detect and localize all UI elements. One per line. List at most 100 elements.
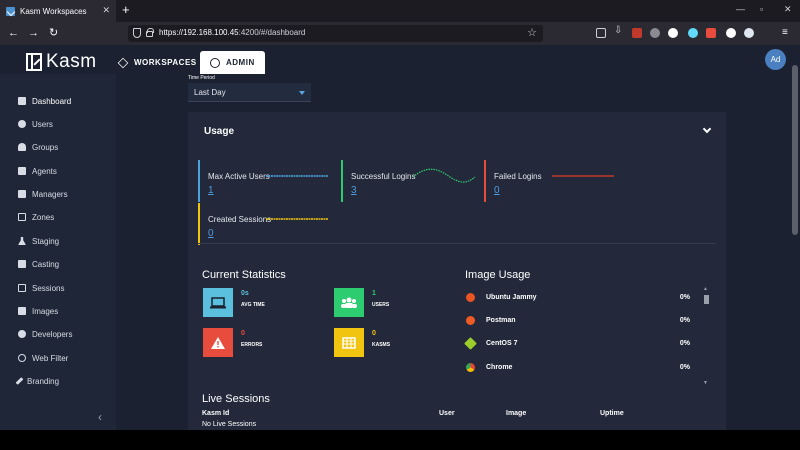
nav-workspaces[interactable]: WORKSPACES <box>117 51 197 74</box>
adblock-icon[interactable] <box>632 28 642 38</box>
pocket-icon[interactable] <box>596 28 606 38</box>
extension-white-icon[interactable] <box>726 28 736 38</box>
page-scrollbar[interactable] <box>790 45 800 430</box>
image-name: Postman <box>486 317 516 324</box>
layers-icon <box>117 57 129 68</box>
sidebar-item-casting[interactable]: Casting <box>18 257 59 271</box>
sidebar-item-branding[interactable]: Branding <box>15 374 59 388</box>
metric-value[interactable]: 1 <box>208 185 214 196</box>
column-header-uptime: Uptime <box>600 410 624 417</box>
avatar[interactable]: Ad <box>765 49 786 70</box>
sidebar-item-label: Zones <box>32 212 55 222</box>
nav-workspaces-label: WORKSPACES <box>134 58 197 67</box>
bookmark-star-icon[interactable]: ☆ <box>527 26 537 39</box>
current-stats-title: Current Statistics <box>202 269 286 281</box>
close-window-icon[interactable]: ✕ <box>784 4 792 15</box>
postman-icon <box>466 316 475 325</box>
sidebar-item-label: Casting <box>32 259 60 269</box>
lock-icon[interactable] <box>146 28 154 37</box>
sidebar-item-zones[interactable]: Zones <box>18 210 54 224</box>
metric-value[interactable]: 0 <box>208 228 214 239</box>
sparkline-failed-logins <box>552 175 614 177</box>
column-header-image: Image <box>506 410 527 417</box>
image-list-scrollbar[interactable] <box>704 295 709 304</box>
profile-icon[interactable] <box>744 28 754 38</box>
new-tab-button[interactable]: + <box>122 3 130 17</box>
sidebar-collapse-chevron-icon[interactable]: ‹ <box>98 410 102 424</box>
sidebar-item-label: Web Filter <box>32 353 69 363</box>
laptop-icon <box>203 288 233 317</box>
page-scroll-thumb[interactable] <box>792 65 798 235</box>
metric-label: Max Active Users <box>208 172 270 181</box>
kasm-logo-icon <box>26 53 42 71</box>
kasm-logo[interactable]: Kasm <box>26 51 97 73</box>
react-devtools-icon[interactable] <box>688 28 698 38</box>
back-icon[interactable]: ← <box>8 26 19 40</box>
list-item: Postman 0% <box>466 314 690 328</box>
sidebar-item-groups[interactable]: Groups <box>18 140 58 154</box>
forward-icon[interactable]: → <box>28 26 39 40</box>
tracking-shield-icon[interactable] <box>133 28 141 38</box>
chevron-down-icon[interactable] <box>702 124 712 134</box>
sidebar-item-users[interactable]: Users <box>18 117 53 131</box>
sidebar-item-images[interactable]: Images <box>18 304 58 318</box>
list-item: CentOS 7 0% <box>464 337 690 351</box>
reload-icon[interactable]: ↻ <box>49 26 58 40</box>
restore-icon[interactable]: ▫ <box>760 4 763 14</box>
sidebar-item-managers[interactable]: Managers <box>18 187 68 201</box>
logo-text: Kasm <box>46 51 97 72</box>
sidebar-item-label: Groups <box>32 142 59 152</box>
menu-icon[interactable]: ≡ <box>782 26 788 40</box>
sidebar-item-developers[interactable]: Developers <box>18 327 72 341</box>
sidebar-item-staging[interactable]: Staging <box>18 234 59 248</box>
image-name: Chrome <box>486 364 513 371</box>
stat-value: 0 <box>241 330 245 337</box>
download-icon[interactable]: ⇩ <box>614 25 624 36</box>
close-tab-icon[interactable]: ✕ <box>102 5 110 16</box>
metric-created-sessions[interactable]: Created Sessions 0 <box>198 203 338 245</box>
image-percent: 0% <box>679 340 690 347</box>
metric-max-active-users[interactable]: Max Active Users 1 <box>198 160 338 202</box>
sync-extension-icon[interactable] <box>668 28 678 38</box>
chrome-icon <box>466 363 475 372</box>
nav-admin[interactable]: ADMIN <box>200 51 265 74</box>
stat-label: KASMS <box>372 342 391 348</box>
time-period-value: Last Day <box>194 88 226 97</box>
column-header-kasm-id: Kasm Id <box>202 410 230 417</box>
sidebar-item-label: Agents <box>32 166 57 176</box>
stat-value: 1 <box>372 290 376 297</box>
map-icon <box>18 213 26 221</box>
app-header: Kasm WORKSPACES ADMIN <box>0 45 800 74</box>
empty-state: No Live Sessions <box>202 421 257 428</box>
stat-value: 0 <box>372 330 376 337</box>
grid-icon <box>18 97 26 105</box>
url-bar[interactable]: https://192.168.100.45:4200/#/dashboard … <box>128 25 543 42</box>
time-period-select[interactable]: Last Day <box>188 83 311 102</box>
sidebar-item-label: Managers <box>32 189 68 199</box>
developer-icon <box>18 330 26 338</box>
agent-icon <box>18 167 26 175</box>
sidebar-item-dashboard[interactable]: Dashboard <box>18 94 71 108</box>
browser-tab-bar: Kasm Workspaces ✕ + — ▫ ✕ <box>0 0 800 22</box>
extension-red-icon[interactable] <box>706 28 716 38</box>
metric-value[interactable]: 0 <box>494 185 500 196</box>
scroll-down-icon[interactable]: ▼ <box>703 380 708 386</box>
sidebar-item-sessions[interactable]: Sessions <box>18 281 64 295</box>
minimize-icon[interactable]: — <box>736 4 745 14</box>
scroll-up-icon[interactable]: ▲ <box>703 286 708 292</box>
extension-circle-icon[interactable] <box>650 28 660 38</box>
time-period-label: Time Period <box>188 75 215 81</box>
sparkline-max-active-users <box>266 175 328 177</box>
sidebar-item-label: Images <box>32 306 59 316</box>
cast-icon <box>18 260 26 268</box>
list-item: Ubuntu Jammy 0% <box>466 291 690 305</box>
caret-down-icon <box>299 91 305 95</box>
metric-successful-logins[interactable]: Successful Logins 3 <box>341 160 481 202</box>
browser-tab[interactable]: Kasm Workspaces ✕ <box>0 0 116 22</box>
sidebar-item-web-filter[interactable]: Web Filter <box>18 351 68 365</box>
sidebar-item-agents[interactable]: Agents <box>18 164 57 178</box>
metric-failed-logins[interactable]: Failed Logins 0 <box>484 160 624 202</box>
metric-label: Failed Logins <box>494 172 542 181</box>
sidebar-item-label: Sessions <box>32 283 65 293</box>
metric-value[interactable]: 3 <box>351 185 357 196</box>
